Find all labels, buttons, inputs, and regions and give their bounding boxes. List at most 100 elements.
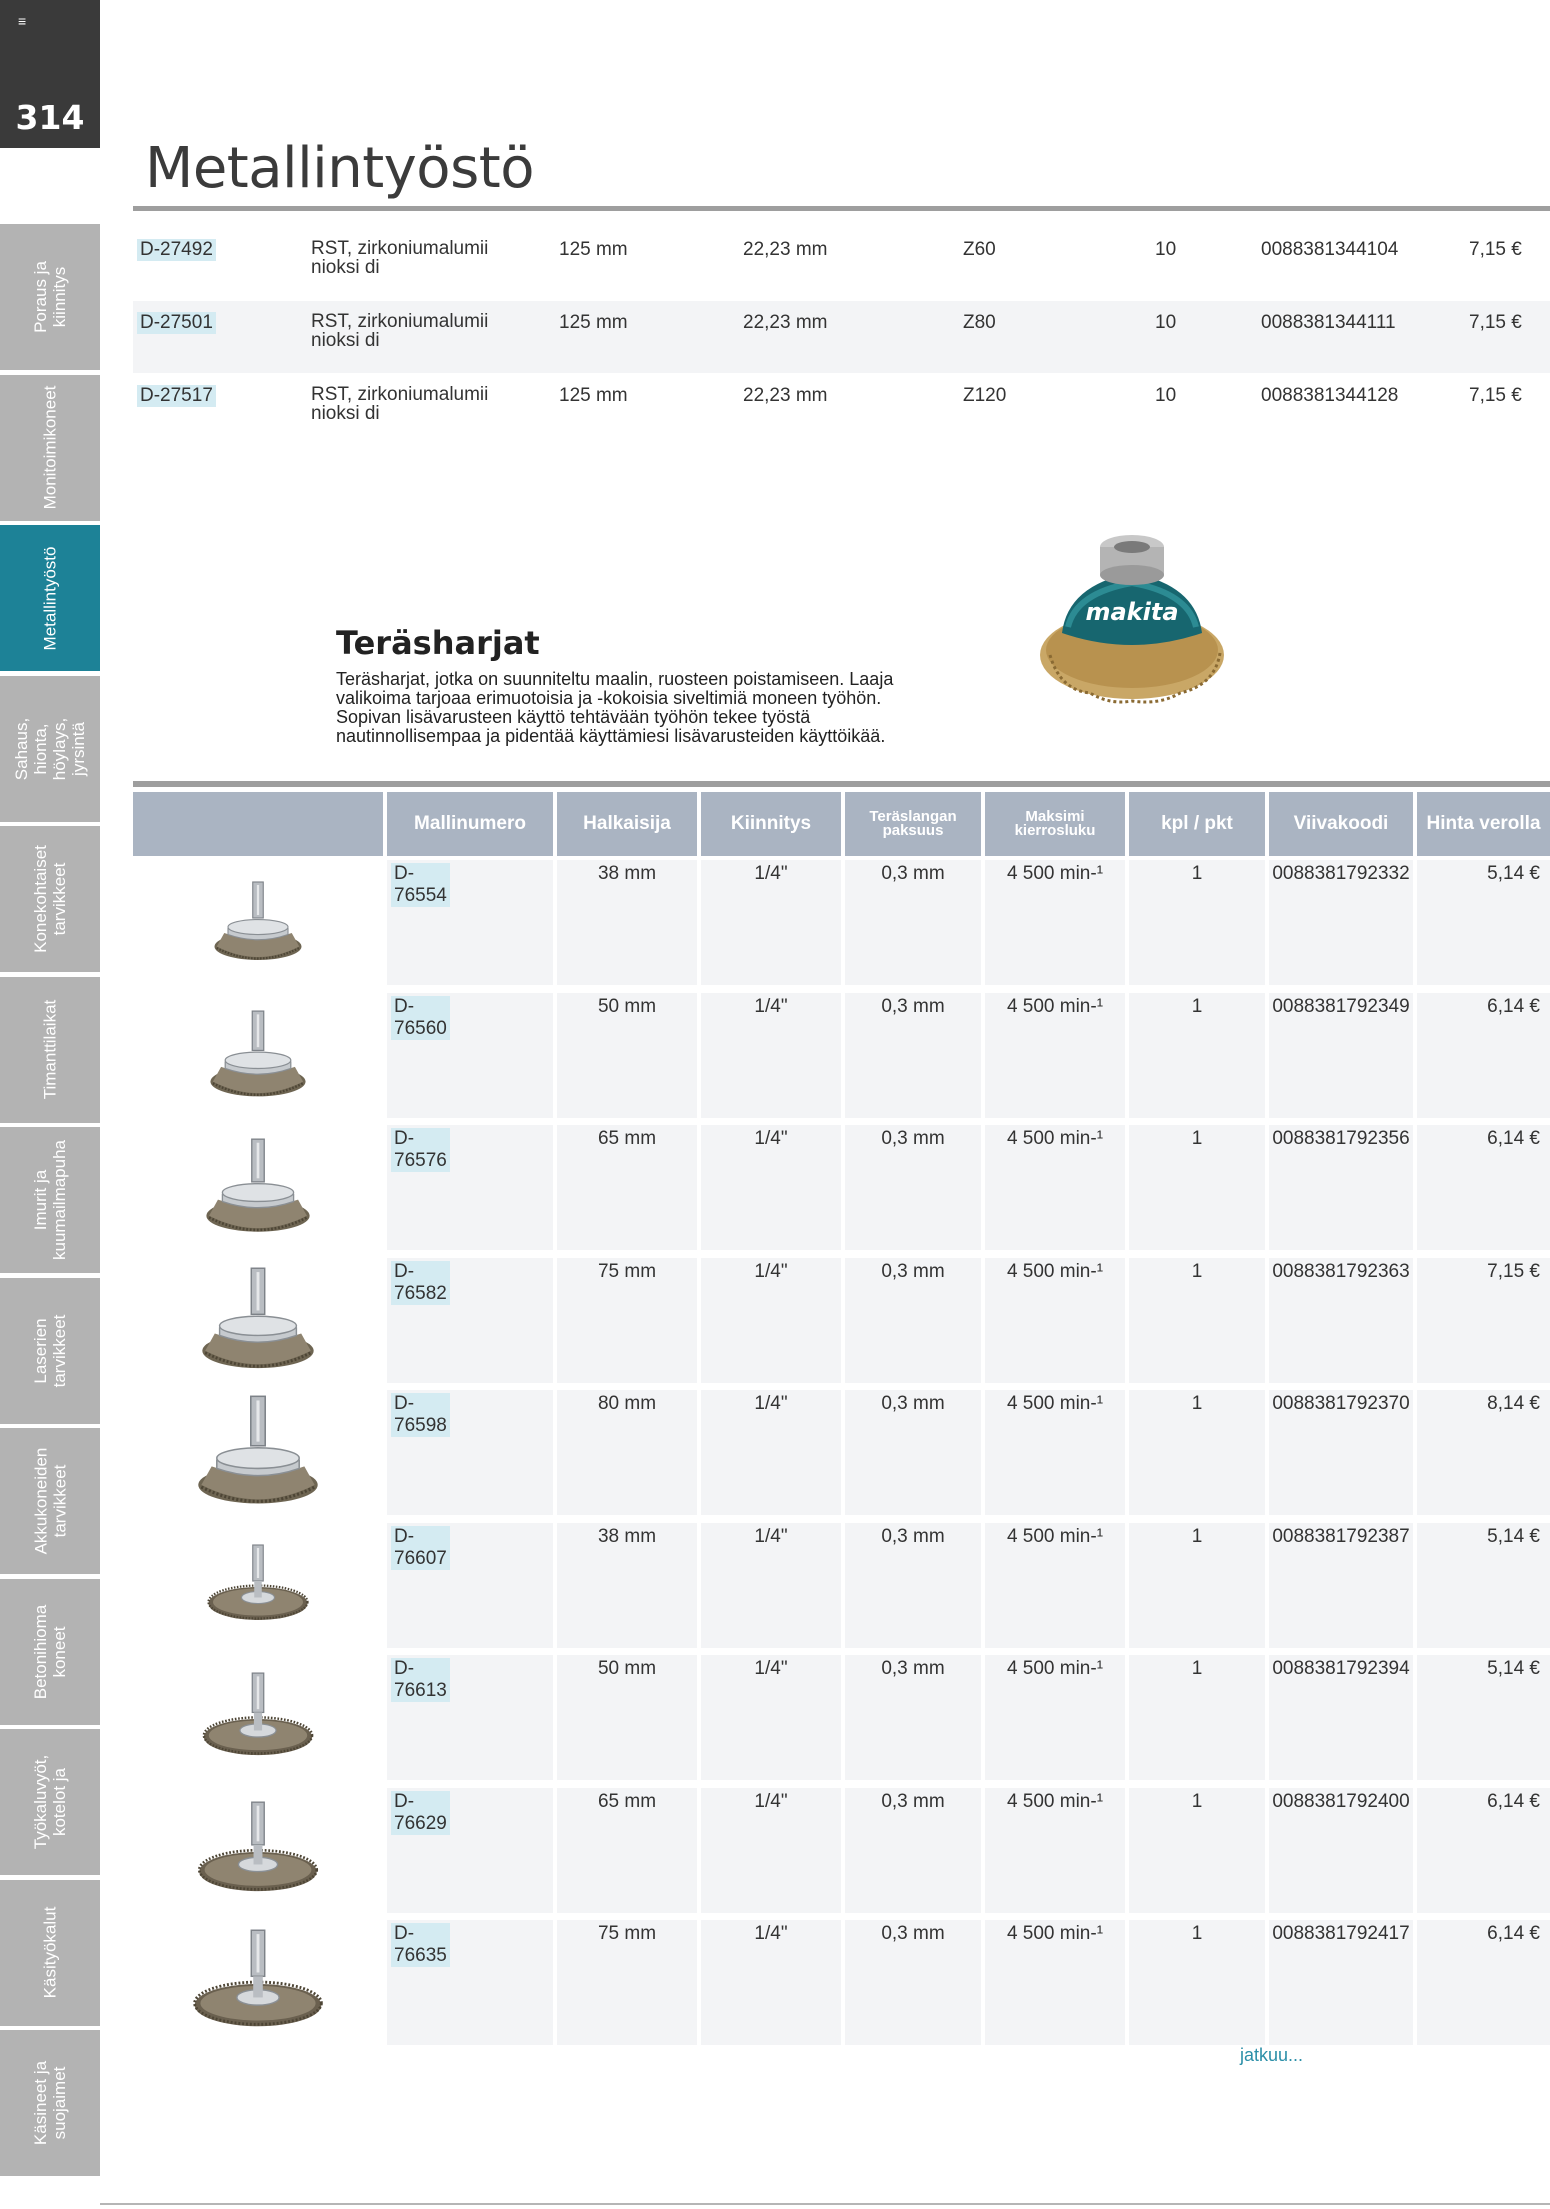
header-mount: Kiinnitys — [701, 792, 841, 856]
product-code: D-27492 — [137, 239, 216, 261]
section-title: Teräsharjat — [336, 624, 540, 662]
sidebar-tab-konekohtaiset[interactable]: Konekohtaiset tarvikkeet — [0, 826, 100, 972]
product-speed: 4 500 min-¹ — [1006, 1393, 1104, 1414]
sidebar-tab-betonihioma[interactable]: Betonihioma koneet — [0, 1578, 100, 1725]
product-qty: 10 — [1155, 385, 1177, 406]
section-description: Teräsharjat, jotka on suunniteltu maalin… — [336, 669, 894, 746]
header-wire: Teräslangan paksuus — [845, 792, 981, 856]
product-grit: Z120 — [963, 385, 1007, 406]
product-code: D-76629 — [391, 1790, 450, 1835]
product-diameter: 75 mm — [597, 1923, 657, 1944]
product-ean: 0088381792394 — [1272, 1658, 1410, 1679]
wheel-brush-icon — [193, 1929, 323, 2027]
product-price: 5,14 € — [1487, 863, 1540, 884]
product-ean: 0088381792370 — [1272, 1393, 1410, 1414]
product-mount: 1/4" — [754, 1658, 788, 1679]
product-diameter: 38 mm — [597, 863, 657, 884]
cup-brush-icon — [202, 1267, 314, 1368]
product-wire: 0,3 mm — [881, 1923, 945, 1944]
product-ean: 0088381792387 — [1272, 1525, 1410, 1547]
sidebar-tab-label: Poraus ja kiinnitys — [31, 261, 69, 333]
brush-image — [163, 1394, 353, 1519]
sidebar-tab-monitoimikoneet[interactable]: Monitoimikoneet — [0, 374, 100, 521]
sidebar-tab-kasityokalut[interactable]: Käsityökalut — [0, 1879, 100, 2026]
sidebar-tab-label: Timanttilaikat — [40, 999, 60, 1100]
product-code: D-76560 — [391, 995, 450, 1040]
product-material: RST, zirkoniumalumiinioksi di — [311, 384, 489, 424]
brush-image — [163, 1924, 353, 2049]
product-diameter: 125 mm — [559, 385, 628, 406]
product-qty: 1 — [1191, 1790, 1203, 1812]
brush-image — [163, 1792, 353, 1917]
product-mount: 1/4" — [754, 1525, 788, 1547]
product-code: D-76607 — [391, 1525, 450, 1570]
product-material: RST, zirkoniumalumiinioksi di — [311, 311, 489, 351]
sidebar-tab-label: Käsityökalut — [40, 1906, 60, 1999]
header-label: Kiinnitys — [730, 813, 812, 834]
product-wire: 0,3 mm — [881, 995, 945, 1017]
product-wire: 0,3 mm — [881, 1525, 945, 1547]
header-label: Teräslangan paksuus — [869, 808, 957, 839]
header-model: Mallinumero — [387, 792, 553, 856]
header-label: Maksimi kierrosluku — [1014, 808, 1096, 839]
product-speed: 4 500 min-¹ — [1006, 1525, 1104, 1547]
product-price: 7,15 € — [1469, 312, 1522, 333]
sidebar-tab-label: Sahaus, hionta, höylays, jyrsintä — [12, 717, 88, 780]
header-label: Mallinumero — [414, 813, 526, 834]
product-mount: 1/4" — [754, 1393, 788, 1414]
sidebar-tab-metallintyosto[interactable]: Metallintyöstö — [0, 525, 100, 671]
product-diameter: 65 mm — [597, 1790, 657, 1812]
header-qty: kpl / pkt — [1129, 792, 1265, 856]
wheel-brush-icon — [202, 1672, 314, 1756]
sidebar-tab-label: Työkaluvyöt, kotelot ja — [31, 1754, 69, 1850]
product-ean: 0088381792332 — [1272, 863, 1410, 884]
sidebar-tab-label: Imurit ja kuumailmapuha — [31, 1139, 70, 1261]
sidebar-tab-akkukoneiden[interactable]: Akkukoneiden tarvikkeet — [0, 1428, 100, 1574]
product-price: 6,14 € — [1487, 1790, 1540, 1812]
product-code: D-76598 — [391, 1393, 450, 1437]
header-label: Hinta verolla — [1426, 813, 1541, 834]
product-grit: Z80 — [963, 312, 996, 333]
bottom-rule — [100, 2203, 1550, 2205]
sidebar-tab-sahaus[interactable]: Sahaus, hionta, höylays, jyrsintä — [0, 675, 100, 822]
product-ean: 0088381792356 — [1272, 1128, 1410, 1149]
brush-image — [163, 997, 353, 1122]
sidebar-tab-poraus[interactable]: Poraus ja kiinnitys — [0, 224, 100, 370]
product-speed: 4 500 min-¹ — [1006, 1658, 1104, 1679]
product-speed: 4 500 min-¹ — [1006, 995, 1104, 1017]
product-qty: 1 — [1191, 1923, 1203, 1944]
cup-brush-icon — [214, 881, 302, 960]
continue-link[interactable]: jatkuu... — [1240, 2045, 1303, 2066]
product-price: 6,14 € — [1487, 995, 1540, 1017]
product-speed: 4 500 min-¹ — [1006, 1128, 1104, 1149]
table-row: D-27501 RST, zirkoniumalumiinioksi di 125 … — [133, 301, 1550, 373]
product-mount: 1/4" — [754, 1790, 788, 1812]
sidebar-tab-timanttilaikat[interactable]: Timanttilaikat — [0, 976, 100, 1123]
product-material: RST, zirkoniumalumiinioksi di — [311, 238, 489, 278]
product-code: D-27517 — [137, 385, 216, 407]
product-price: 5,14 € — [1487, 1525, 1540, 1547]
product-ean: 0088381792349 — [1272, 995, 1410, 1017]
product-qty: 1 — [1191, 1658, 1203, 1679]
header-speed: Maksimi kierrosluku — [985, 792, 1125, 856]
sidebar-tab-label: Betonihioma koneet — [31, 1604, 69, 1699]
product-mount: 1/4" — [754, 995, 788, 1017]
menu-icon: ≡ — [18, 13, 27, 29]
product-wire: 0,3 mm — [881, 1128, 945, 1149]
brush-image — [163, 1262, 353, 1387]
product-price: 5,14 € — [1487, 1658, 1540, 1679]
brush-image — [163, 864, 353, 989]
sidebar-tab-imurit[interactable]: Imurit ja kuumailmapuha — [0, 1127, 100, 1273]
header-label: kpl / pkt — [1161, 813, 1233, 834]
product-diameter: 75 mm — [597, 1260, 657, 1282]
product-ean: 0088381344128 — [1261, 385, 1399, 406]
product-diameter: 50 mm — [597, 995, 657, 1017]
sidebar-tab-label: Metallintyöstö — [40, 546, 60, 650]
product-qty: 1 — [1191, 863, 1203, 884]
sidebar-tab-tyokaluvyot[interactable]: Työkaluvyöt, kotelot ja — [0, 1729, 100, 1875]
product-price: 7,15 € — [1469, 239, 1522, 260]
header-diameter: Halkaisija — [557, 792, 697, 856]
product-diameter: 125 mm — [559, 239, 628, 260]
sidebar-tab-kasineet[interactable]: Käsineet ja suojaimet — [0, 2030, 100, 2176]
sidebar-tab-laserien[interactable]: Laserien tarvikkeet — [0, 1277, 100, 1424]
